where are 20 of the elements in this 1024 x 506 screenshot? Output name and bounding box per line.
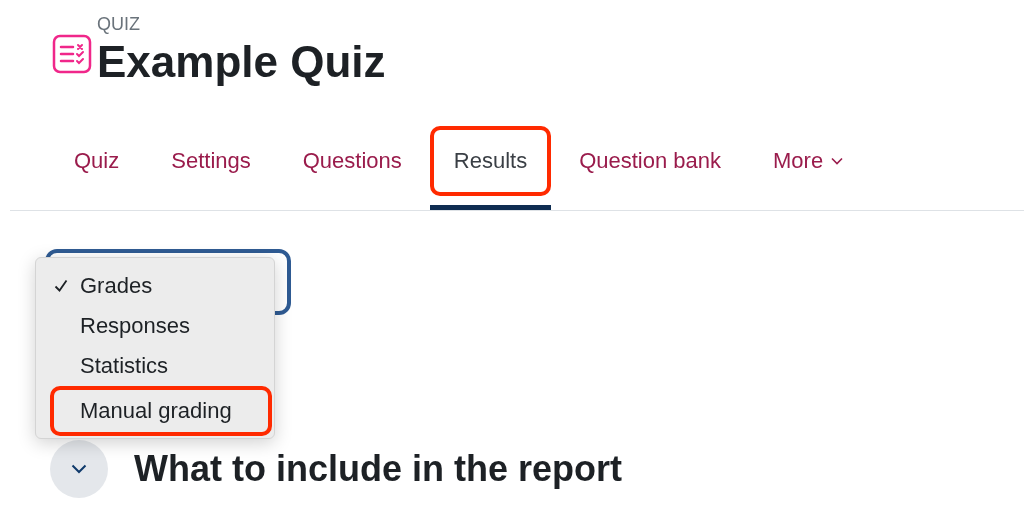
nav-tab[interactable]: More [749,126,868,196]
menu-item-label: Manual grading [80,398,232,424]
caret-icon [831,157,844,165]
menu-item[interactable]: Manual grading [50,386,272,436]
nav-tab[interactable]: Questions [278,126,426,196]
menu-item[interactable]: Grades [50,266,272,306]
page-title: Example Quiz [97,36,386,88]
quiz-icon [52,34,92,74]
nav-tab[interactable]: Settings [147,126,275,196]
menu-item[interactable]: Statistics [50,346,272,386]
menu-item[interactable]: Responses [50,306,272,346]
menu-item-label: Statistics [80,353,169,379]
nav-tab[interactable]: Question bank [555,126,746,196]
chevron-down-icon [71,464,87,474]
nav-tab[interactable]: Results [429,126,552,196]
module-label: QUIZ [97,13,141,36]
menu-item-label: Responses [80,313,191,339]
menu-item-label: Grades [80,273,153,299]
section-heading: What to include in the report [134,448,622,490]
nav-tab[interactable]: Quiz [50,126,144,196]
